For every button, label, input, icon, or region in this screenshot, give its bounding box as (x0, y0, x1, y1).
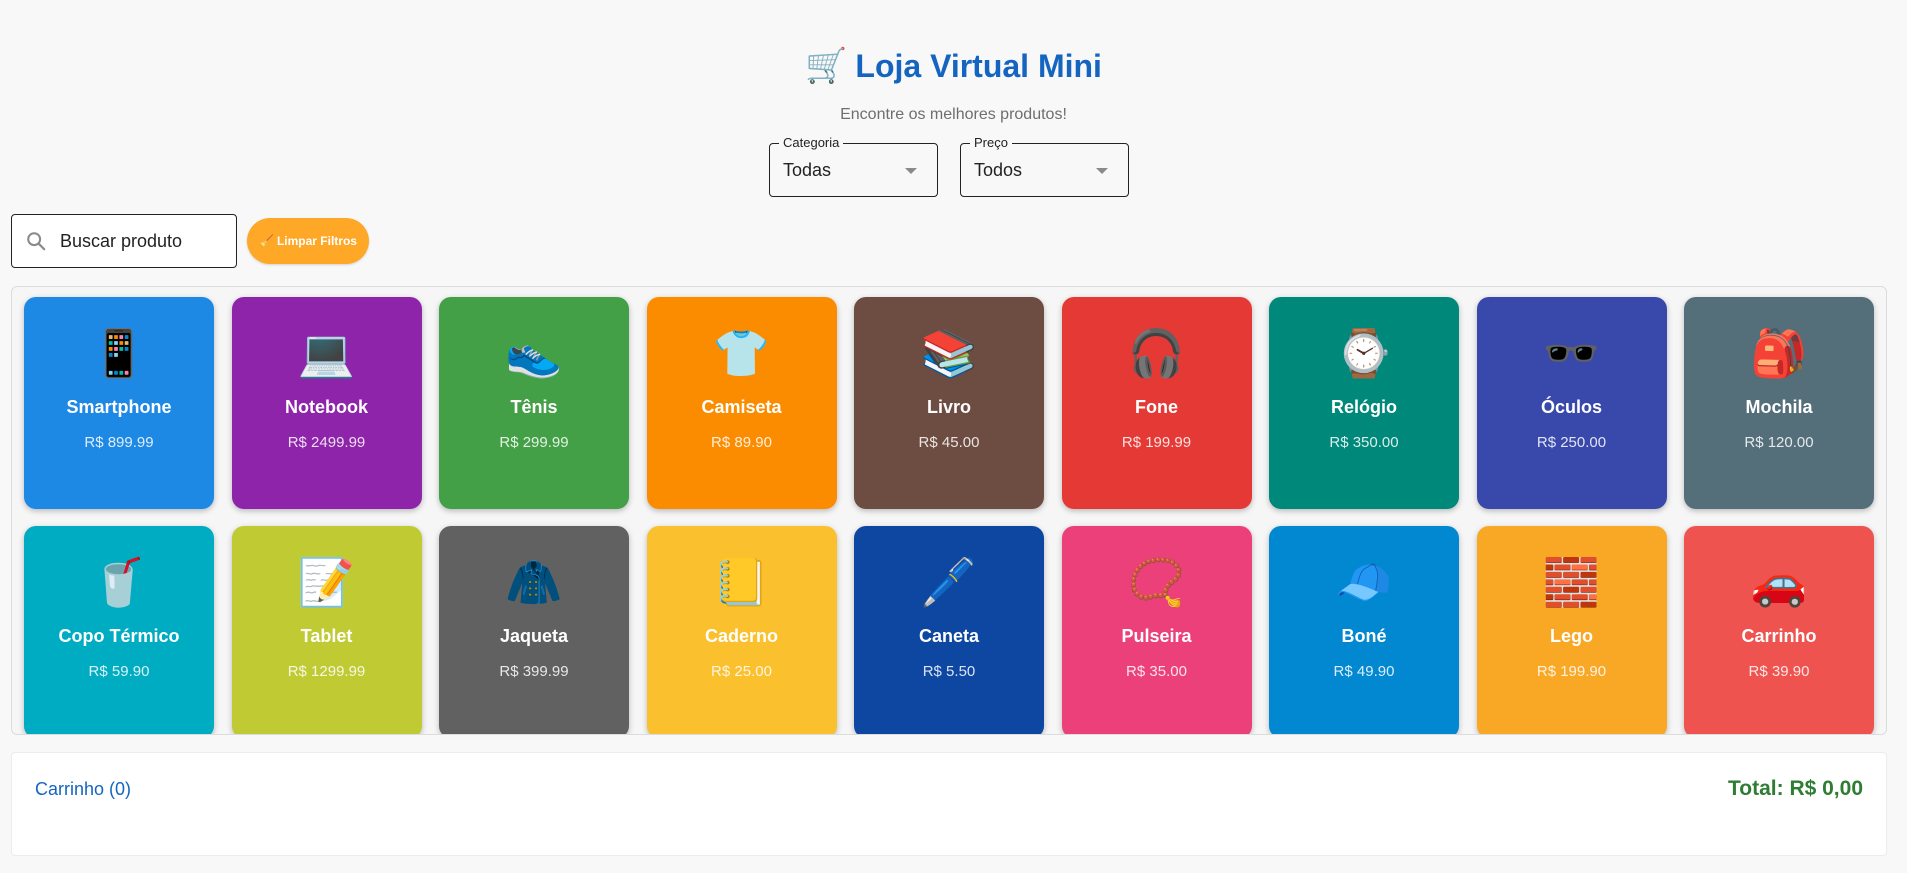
product-name: Tablet (300, 626, 353, 646)
product-price: R$ 1299.99 (287, 663, 366, 680)
product-card[interactable]: 📚 Livro R$ 45.00 (854, 297, 1044, 509)
clear-filters-label: Limpar Filtros (276, 234, 357, 248)
product-price: R$ 399.99 (499, 663, 569, 680)
product-card[interactable]: 🎒 Mochila R$ 120.00 (1684, 297, 1874, 509)
product-icon: 💻 (297, 327, 356, 379)
category-select-value: Todas (783, 160, 832, 180)
product-name: Notebook (285, 397, 368, 417)
price-select-label: Preço (970, 135, 1012, 150)
product-price: R$ 199.99 (1121, 434, 1192, 451)
product-price: R$ 45.00 (918, 434, 980, 451)
product-icon: 🥤 (90, 556, 148, 608)
cart-label[interactable]: Carrinho (0) (35, 779, 131, 800)
product-name: Óculos (1540, 397, 1602, 417)
product-price: R$ 35.00 (1126, 663, 1187, 680)
product-name: Boné (1341, 626, 1387, 646)
product-card[interactable]: 🧢 Boné R$ 49.90 (1269, 526, 1459, 734)
page: 🛒 Loja Virtual Mini Encontre os melhores … (0, 0, 1907, 873)
shopping-cart-icon: 🛒 (805, 47, 848, 85)
product-card[interactable]: 🧥 Jaqueta R$ 399.99 (439, 526, 629, 734)
product-icon: 🎒 (1750, 327, 1808, 379)
page-subtitle: Encontre os melhores produtos! (840, 106, 1067, 123)
product-icon: 📿 (1127, 556, 1186, 608)
product-price: R$ 25.00 (711, 663, 772, 680)
category-select[interactable]: Categoria Todas (769, 135, 938, 197)
product-icon: 🎧 (1127, 327, 1186, 379)
product-name: Lego (1550, 626, 1593, 646)
product-icon: 📝 (297, 556, 356, 608)
product-icon: 🧢 (1335, 556, 1393, 608)
price-select-value: Todos (974, 160, 1023, 180)
product-price: R$ 89.90 (711, 434, 772, 451)
product-name: Mochila (1745, 397, 1813, 417)
product-card[interactable]: 🧱 Lego R$ 199.90 (1476, 526, 1667, 734)
price-select[interactable]: Preço Todos (960, 135, 1129, 197)
product-name: Caneta (918, 626, 980, 646)
product-card[interactable]: 🕶️ Óculos R$ 250.00 (1476, 297, 1667, 509)
product-card[interactable]: 💻 Notebook R$ 2499.99 (231, 297, 422, 509)
product-name: Smartphone (66, 397, 172, 417)
product-price: R$ 299.99 (499, 434, 569, 451)
product-card[interactable]: ⌚ Relógio R$ 350.00 (1269, 297, 1459, 509)
product-card[interactable]: 👕 Camiseta R$ 89.90 (646, 297, 837, 509)
broom-icon: 🧹 (259, 234, 274, 248)
product-icon: 📱 (90, 327, 148, 379)
product-price: R$ 5.50 (922, 663, 976, 680)
product-name: Caderno (704, 626, 778, 646)
product-icon: 🧥 (505, 556, 563, 608)
product-card[interactable]: 📝 Tablet R$ 1299.99 (231, 526, 422, 734)
product-icon: 👕 (712, 327, 771, 379)
cart-panel: Carrinho (0) Total: R$ 0,00 (11, 752, 1887, 856)
product-name: Fone (1135, 397, 1178, 417)
product-icon: ⌚ (1335, 327, 1393, 379)
product-icon: 📚 (920, 327, 978, 379)
product-card[interactable]: 📱 Smartphone R$ 899.99 (24, 297, 214, 509)
product-icon: 👟 (505, 327, 563, 379)
product-name: Pulseira (1121, 626, 1192, 646)
cart-total: Total: R$ 0,00 (1728, 777, 1863, 800)
search-box (11, 214, 237, 268)
product-name: Tênis (510, 397, 558, 417)
chevron-down-icon (1096, 168, 1108, 174)
product-price: R$ 199.90 (1536, 663, 1607, 680)
product-price: R$ 350.00 (1329, 434, 1399, 451)
product-price: R$ 250.00 (1536, 434, 1607, 451)
category-select-label: Categoria (779, 135, 844, 150)
page-title-text: Loja Virtual Mini (855, 48, 1102, 84)
product-card[interactable]: 🥤 Copo Térmico R$ 59.90 (24, 526, 214, 734)
product-card[interactable]: 🖊️ Caneta R$ 5.50 (854, 526, 1044, 734)
chevron-down-icon (905, 168, 917, 174)
product-price: R$ 49.90 (1333, 663, 1395, 680)
product-card[interactable]: 📿 Pulseira R$ 35.00 (1061, 526, 1252, 734)
product-icon: 🚗 (1750, 556, 1808, 608)
product-grid-panel: 📱 Smartphone R$ 899.99 💻 Notebook R$ 2499.99 👟… (11, 286, 1887, 735)
product-price: R$ 2499.99 (287, 434, 366, 451)
search-icon (27, 232, 46, 251)
product-card[interactable]: 🎧 Fone R$ 199.99 (1061, 297, 1252, 509)
product-grid: 📱 Smartphone R$ 899.99 💻 Notebook R$ 2499.99 👟… (24, 297, 1874, 734)
product-icon: 🧱 (1542, 556, 1601, 608)
product-price: R$ 899.99 (84, 434, 154, 451)
product-price: R$ 120.00 (1744, 434, 1814, 451)
clear-filters-button[interactable]: 🧹 Limpar Filtros (247, 218, 369, 264)
product-card[interactable]: 🚗 Carrinho R$ 39.90 (1684, 526, 1874, 734)
product-icon: 📒 (712, 556, 771, 608)
product-card[interactable]: 👟 Tênis R$ 299.99 (439, 297, 629, 509)
product-price: R$ 59.90 (88, 663, 150, 680)
product-price: R$ 39.90 (1748, 663, 1810, 680)
product-icon: 🕶️ (1542, 327, 1601, 379)
page-title: 🛒 Loja Virtual Mini (0, 44, 1907, 88)
product-name: Camiseta (701, 397, 782, 417)
product-name: Copo Térmico (58, 626, 180, 646)
product-icon: 🖊️ (920, 556, 978, 608)
product-name: Carrinho (1741, 626, 1817, 646)
search-input[interactable] (60, 227, 230, 255)
product-card[interactable]: 📒 Caderno R$ 25.00 (646, 526, 837, 734)
product-name: Relógio (1331, 397, 1397, 417)
product-name: Jaqueta (499, 626, 569, 646)
product-name: Livro (926, 397, 971, 417)
